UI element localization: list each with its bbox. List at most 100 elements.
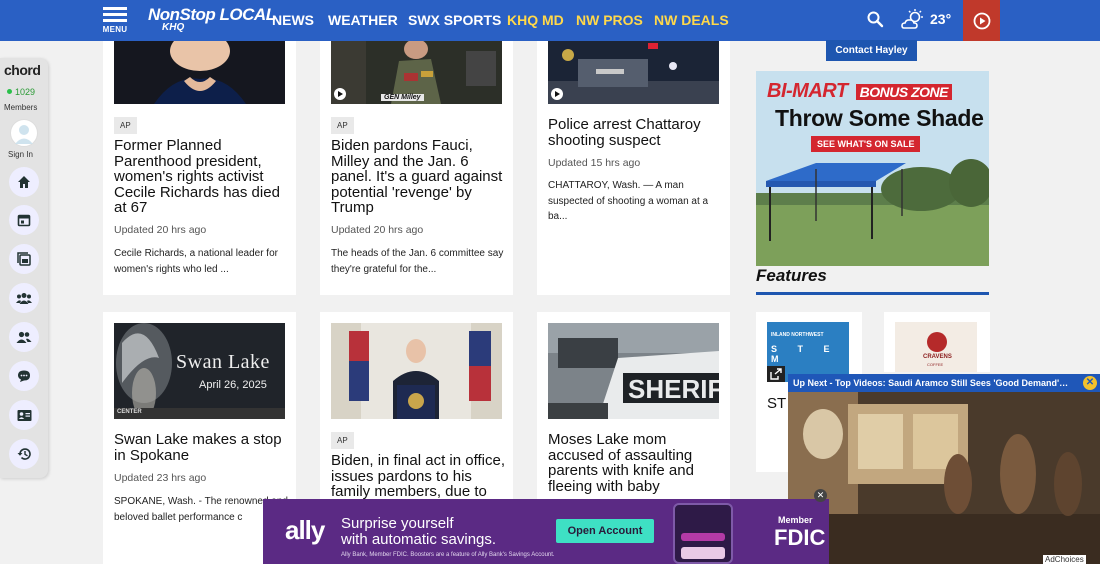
contact-card-icon xyxy=(17,409,31,421)
article-image[interactable] xyxy=(548,41,719,104)
article-updated: Updated 20 hrs ago xyxy=(331,224,424,236)
partly-cloudy-icon[interactable] xyxy=(900,8,926,32)
groups-button[interactable] xyxy=(9,283,39,313)
article-title[interactable]: Swan Lake makes a stop in Spokane xyxy=(114,432,289,463)
adchoices-link[interactable]: AdChoices xyxy=(1043,555,1086,564)
home-icon xyxy=(18,176,30,188)
article-updated: Updated 23 hrs ago xyxy=(114,472,207,484)
calendar-button[interactable] xyxy=(9,205,39,235)
top-nav: MENU NonStop LOCAL KHQ NEWS WEATHER SWX … xyxy=(0,0,1100,41)
article-image[interactable]: Swan Lake April 26, 2025 CENTER xyxy=(114,323,285,419)
menu-label: MENU xyxy=(102,25,128,34)
live-video-button[interactable] xyxy=(963,0,1000,41)
sheriff-car-photo: SHERIFF xyxy=(548,323,719,419)
image-caption: GEN Milley xyxy=(381,94,424,101)
history-button[interactable] xyxy=(9,439,39,469)
online-dot xyxy=(7,89,12,94)
article-summary: CHATTAROY, Wash. — A man suspected of sh… xyxy=(548,180,709,222)
contact-card-button[interactable] xyxy=(9,400,39,430)
temperature[interactable]: 23° xyxy=(930,11,951,27)
events-button[interactable] xyxy=(9,244,39,274)
stem-logo[interactable]: INLAND NORTHWEST S T E M xyxy=(767,322,849,382)
nav-link-nw-pros[interactable]: NW PROS xyxy=(576,12,643,28)
article-summary: The heads of the Jan. 6 committee say th… xyxy=(331,248,504,275)
nav-link-khq-md[interactable]: KHQ MD xyxy=(507,12,564,28)
chat-icon xyxy=(18,370,30,382)
avatar[interactable] xyxy=(10,119,38,147)
calendar-icon xyxy=(17,214,31,227)
portrait-photo xyxy=(114,41,285,104)
home-button[interactable] xyxy=(9,167,39,197)
member-label: Member xyxy=(778,515,813,525)
sign-in-link[interactable]: Sign In xyxy=(8,150,33,159)
menu-button[interactable]: MENU xyxy=(100,6,130,36)
open-account-button[interactable]: Open Account xyxy=(556,519,654,543)
poster-date: April 26, 2025 xyxy=(199,379,267,391)
phone-mockup xyxy=(673,503,733,564)
bimart-logo: BI-MART BONUS ZONE xyxy=(767,80,952,103)
poster-title: Swan Lake xyxy=(176,351,270,373)
play-circle-icon xyxy=(973,12,990,29)
user-icon xyxy=(15,125,33,144)
members-label: Members xyxy=(4,103,38,112)
site-logo[interactable]: NonStop LOCAL KHQ xyxy=(148,5,276,33)
article-title[interactable]: Biden pardons Fauci, Milley and the Jan.… xyxy=(331,138,506,216)
history-icon xyxy=(17,448,31,460)
nav-link-weather[interactable]: WEATHER xyxy=(328,12,398,28)
features-divider xyxy=(756,292,989,295)
video-title[interactable]: Up Next - Top Videos: Saudi Aramco Still… xyxy=(788,374,1100,392)
poster-venue: CENTER xyxy=(117,409,142,415)
article-card[interactable]: Police arrest Chattaroy shooting suspect… xyxy=(537,41,730,295)
nav-link-news[interactable]: NEWS xyxy=(272,12,314,28)
article-summary: Cecile Richards, a national leader for w… xyxy=(114,248,278,275)
close-icon[interactable]: ✕ xyxy=(1083,376,1097,390)
article-updated: Updated 15 hrs ago xyxy=(548,157,641,169)
member-count: 1029 xyxy=(7,87,35,97)
chat-button[interactable] xyxy=(9,361,39,391)
feature-card[interactable]: CRAVENS COFFEE xyxy=(884,312,990,372)
contact-hayley-button[interactable]: Contact Hayley xyxy=(826,40,917,61)
ad-headline: Surprise yourself xyxy=(341,515,454,532)
source-tag: AP xyxy=(331,117,354,134)
nav-link-sports[interactable]: SWX SPORTS xyxy=(408,12,501,28)
article-image[interactable] xyxy=(331,323,502,419)
bimart-cta[interactable]: SEE WHAT'S ON SALE xyxy=(811,136,921,152)
play-icon[interactable] xyxy=(551,88,563,100)
source-tag: AP xyxy=(331,432,354,449)
chord-logo[interactable]: chord xyxy=(4,62,41,78)
article-title[interactable]: Moses Lake mom accused of assaulting par… xyxy=(548,432,723,494)
video-player[interactable]: Up Next - Top Videos: Saudi Aramco Still… xyxy=(788,374,1100,564)
article-card[interactable]: GEN Milley AP Biden pardons Fauci, Mille… xyxy=(320,41,513,295)
video-frame xyxy=(788,374,1100,564)
article-title[interactable]: Police arrest Chattaroy shooting suspect xyxy=(548,117,723,148)
people-button[interactable] xyxy=(9,322,39,352)
bimart-headline: Throw Some Shade xyxy=(775,105,984,131)
events-icon xyxy=(17,252,31,266)
close-icon[interactable]: ✕ xyxy=(814,489,827,502)
cravens-logo[interactable]: CRAVENS COFFEE xyxy=(895,322,977,372)
article-card[interactable]: AP Former Planned Parenthood president, … xyxy=(103,41,296,295)
article-title[interactable]: Former Planned Parenthood president, wom… xyxy=(114,138,289,216)
chord-sidebar: chord 1029 Members Sign In xyxy=(0,58,48,478)
source-tag: AP xyxy=(114,117,137,134)
nav-link-nw-deals[interactable]: NW DEALS xyxy=(654,12,729,28)
svg-text:SHERIFF: SHERIFF xyxy=(628,374,719,404)
police-scene-photo xyxy=(548,41,719,104)
ally-logo: ally xyxy=(285,515,325,545)
play-icon[interactable] xyxy=(334,88,346,100)
feature-title[interactable]: ST xyxy=(767,395,786,412)
article-image[interactable]: GEN Milley xyxy=(331,41,502,104)
external-link-icon xyxy=(767,366,785,382)
article-updated: Updated 20 hrs ago xyxy=(114,224,207,236)
groups-icon xyxy=(16,293,32,304)
ad-fine-print: Ally Bank, Member FDIC. Boosters are a f… xyxy=(341,552,555,558)
bimart-ad[interactable]: BI-MART BONUS ZONE Throw Some Shade SEE … xyxy=(756,71,989,266)
ally-ad-banner[interactable]: ally Surprise yourself with automatic sa… xyxy=(263,499,829,564)
features-heading: Features xyxy=(756,266,827,285)
people-icon xyxy=(16,331,32,343)
article-image[interactable] xyxy=(114,41,285,104)
article-image[interactable]: SHERIFF xyxy=(548,323,719,419)
article-title[interactable]: Biden, in final act in office, issues pa… xyxy=(331,453,506,500)
biden-podium-photo xyxy=(331,323,502,419)
search-icon[interactable] xyxy=(866,10,884,28)
